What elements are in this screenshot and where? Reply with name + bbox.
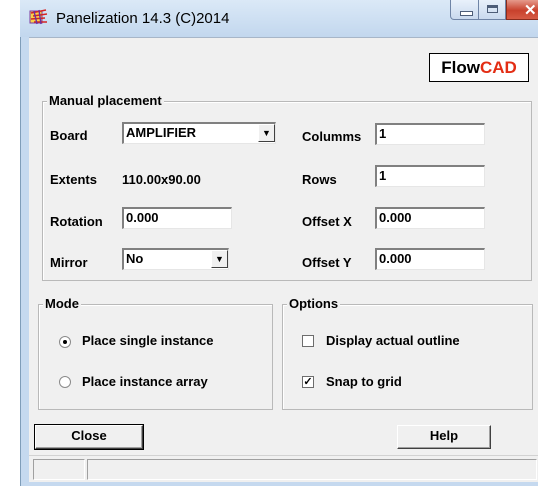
minimize-button[interactable] — [450, 0, 479, 20]
place-array-label[interactable]: Place instance array — [82, 374, 208, 389]
place-single-radio[interactable] — [59, 336, 71, 348]
offset-x-label: Offset X — [302, 214, 352, 229]
place-array-radio[interactable] — [59, 376, 71, 388]
rows-label: Rows — [302, 172, 337, 187]
status-panel-2 — [87, 459, 537, 480]
mode-title: Mode — [43, 296, 81, 311]
close-window-button[interactable]: ✕ — [506, 0, 538, 20]
options-title: Options — [287, 296, 341, 311]
mirror-select[interactable]: No ▼ — [122, 248, 229, 270]
offset-y-label: Offset Y — [302, 255, 352, 270]
extents-value: 110.00x90.00 — [122, 172, 201, 187]
close-icon: ✕ — [524, 2, 537, 19]
panelization-app-icon — [29, 9, 48, 25]
board-select[interactable]: AMPLIFIER ▼ — [122, 122, 276, 144]
options-group: Options — [282, 296, 533, 410]
snap-to-grid-checkbox[interactable]: ✓ — [302, 376, 314, 388]
columns-label: Columms — [302, 129, 362, 144]
maximize-icon — [487, 5, 498, 13]
status-bar — [29, 455, 538, 482]
extents-label: Extents — [50, 172, 97, 187]
logo-flow-text: Flow — [441, 58, 480, 77]
flowcad-logo: FlowCAD — [429, 53, 529, 82]
mirror-select-value: No — [126, 251, 144, 266]
chevron-down-icon[interactable]: ▼ — [211, 250, 228, 268]
mirror-label: Mirror — [50, 255, 88, 270]
board-select-value: AMPLIFIER — [126, 125, 197, 140]
chevron-down-icon[interactable]: ▼ — [258, 124, 275, 142]
mode-group: Mode — [38, 296, 273, 410]
manual-placement-title: Manual placement — [47, 93, 164, 108]
display-outline-checkbox[interactable] — [302, 335, 314, 347]
display-outline-label[interactable]: Display actual outline — [326, 333, 460, 348]
logo-cad-text: CAD — [479, 58, 517, 77]
dialog-client-area: FlowCAD Manual placement Board AMPLIFIER… — [29, 37, 538, 456]
rows-input[interactable]: 1 — [375, 165, 485, 187]
offset-x-input[interactable]: 0.000 — [375, 207, 485, 229]
board-label: Board — [50, 128, 88, 143]
rotation-input[interactable]: 0.000 — [122, 207, 232, 229]
offset-y-input[interactable]: 0.000 — [375, 248, 485, 270]
close-button[interactable]: Close — [34, 424, 144, 450]
place-single-label[interactable]: Place single instance — [82, 333, 214, 348]
rotation-label: Rotation — [50, 214, 103, 229]
window-title: Panelization 14.3 (C)2014 — [56, 10, 230, 27]
status-panel-1 — [33, 459, 85, 480]
columns-input[interactable]: 1 — [375, 123, 485, 145]
help-button[interactable]: Help — [397, 425, 491, 449]
snap-to-grid-label[interactable]: Snap to grid — [326, 374, 402, 389]
minimize-icon — [460, 11, 473, 16]
title-bar[interactable]: Panelization 14.3 (C)2014 ✕ — [20, 0, 538, 37]
maximize-button[interactable] — [478, 0, 506, 20]
